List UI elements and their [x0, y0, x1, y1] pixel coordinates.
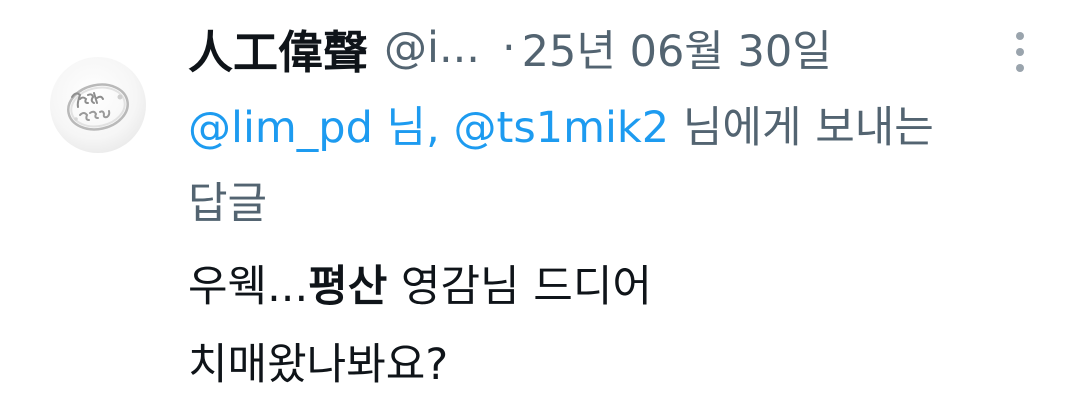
replying-to: @lim_pd 님, @ts1mik2 님에게 보내는 답글 [188, 90, 968, 242]
tweet-header: 人工偉聲 @i... · 25년 06월 30일 [188, 14, 832, 82]
separator-dot: · [501, 23, 516, 73]
tweet-body: 우웩...평산 영감님 드디어 치매왔나봐요? [188, 248, 988, 404]
body-text-end: 영감님 드디어 [387, 262, 652, 312]
mention-ts1mik2[interactable]: @ts1mik2 [453, 103, 669, 153]
timestamp[interactable]: 25년 06월 30일 [522, 17, 832, 79]
display-name[interactable]: 人工偉聲 [188, 16, 368, 81]
body-line-2: 치매왔나봐요? [188, 340, 449, 390]
body-text-start: 우웩... [188, 262, 309, 312]
avatar[interactable] [50, 57, 146, 153]
body-bold-text: 평산 [308, 262, 388, 312]
body-line-1: 우웩...평산 영감님 드디어 [188, 248, 988, 326]
ring-avatar-image [67, 83, 129, 131]
vertical-ellipsis-icon[interactable] [1006, 30, 1034, 74]
mention-joiner: 님, [372, 103, 454, 153]
tweet: 人工偉聲 @i... · 25년 06월 30일 @lim_pd 님, @ts1… [0, 0, 1080, 408]
mention-lim-pd[interactable]: @lim_pd [188, 103, 373, 153]
user-handle[interactable]: @i... [384, 23, 480, 73]
